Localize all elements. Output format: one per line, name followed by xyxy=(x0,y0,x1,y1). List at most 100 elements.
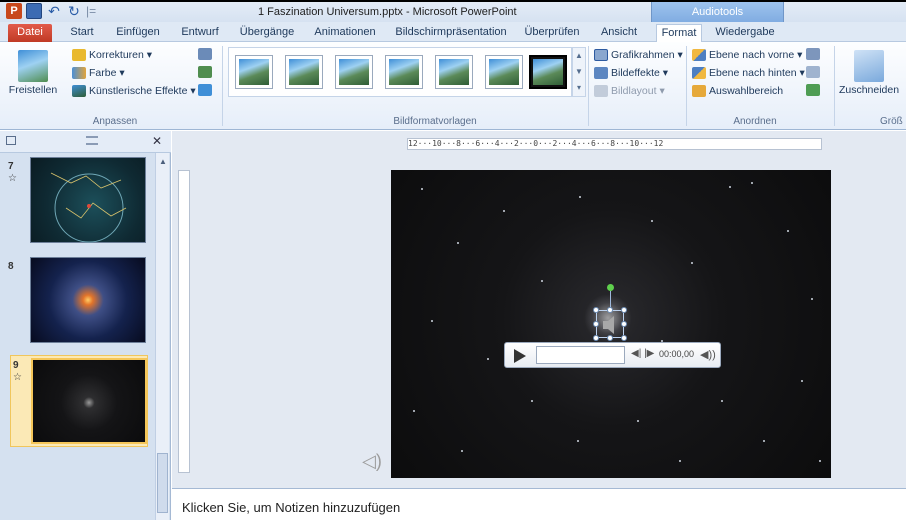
drehen-button[interactable] xyxy=(806,84,820,96)
outline-tab-icon[interactable] xyxy=(86,136,98,145)
tab-uebergaenge[interactable]: Übergänge xyxy=(236,24,298,42)
group-label-bildformatvorlagen: Bildformatvorlagen xyxy=(393,116,477,127)
rotation-handle[interactable] xyxy=(607,284,614,291)
compress-pictures-button[interactable] xyxy=(198,48,212,60)
korrekturen-label: Korrekturen ▾ xyxy=(89,49,153,61)
bildeffekte-label: Bildeffekte ▾ xyxy=(611,67,669,79)
farbe-button[interactable]: Farbe ▾ xyxy=(72,67,125,79)
save-icon[interactable] xyxy=(26,3,42,19)
notes-placeholder: Klicken Sie, um Notizen hinzuzufügen xyxy=(182,500,401,515)
bildeffekte-button[interactable]: Bildeffekte ▾ xyxy=(594,67,668,79)
tab-format[interactable]: Format xyxy=(656,24,702,42)
ribbon-tabs: Datei Start Einfügen Entwurf Übergänge A… xyxy=(0,22,906,64)
freistellen-label: Freistellen xyxy=(8,84,58,96)
group-icon xyxy=(806,66,820,78)
resize-handle[interactable] xyxy=(621,321,627,327)
slide-item-7[interactable]: 7 ☆ xyxy=(8,157,151,247)
audio-object[interactable] xyxy=(596,310,624,338)
resize-handle[interactable] xyxy=(593,307,599,313)
slide-editing-area: 12···10···8···6···4···2···0···2···4···6·… xyxy=(172,131,906,488)
tab-einfuegen[interactable]: Einfügen xyxy=(112,24,164,42)
pane-scrollbar[interactable]: ▲ xyxy=(155,153,169,520)
customize-qat-icon[interactable]: |= xyxy=(86,4,96,18)
picture-style-1[interactable] xyxy=(235,55,273,89)
ausrichten-button[interactable] xyxy=(806,48,820,60)
picture-style-3[interactable] xyxy=(335,55,373,89)
slide-item-8[interactable]: 8 xyxy=(8,257,151,347)
slide-item-9[interactable]: 9 ☆ xyxy=(10,355,148,447)
bring-forward-icon xyxy=(692,49,706,61)
group-label-anordnen: Anordnen xyxy=(733,116,777,127)
grafikrahmen-label: Grafikrahmen ▾ xyxy=(611,49,683,61)
kuenstlerische-effekte-button[interactable]: Künstlerische Effekte ▾ xyxy=(72,85,196,97)
resize-handle[interactable] xyxy=(607,335,613,341)
korrekturen-button[interactable]: Korrekturen ▾ xyxy=(72,49,152,61)
slide-number: 9 xyxy=(13,360,19,371)
tab-entwurf[interactable]: Entwurf xyxy=(176,24,224,42)
ebene-nach-hinten-button[interactable]: Ebene nach hinten ▾ xyxy=(692,67,805,79)
bildlayout-button[interactable]: Bildlayout ▾ xyxy=(594,85,665,97)
current-slide[interactable] xyxy=(391,170,831,478)
close-pane-icon[interactable]: ✕ xyxy=(152,134,162,148)
picture-style-6[interactable] xyxy=(485,55,523,89)
volume-icon[interactable]: ◀)) xyxy=(700,348,716,361)
undo-icon[interactable]: ↶ xyxy=(46,3,62,19)
picture-style-2[interactable] xyxy=(285,55,323,89)
redo-icon[interactable]: ↻ xyxy=(66,3,82,19)
kuenstlerische-effekte-icon xyxy=(72,85,86,97)
audio-time: 00:00,00 xyxy=(659,349,695,359)
tab-bildschirmpraesentation[interactable]: Bildschirmpräsentation xyxy=(392,24,510,42)
auswahlbereich-button[interactable]: Auswahlbereich xyxy=(692,85,783,97)
align-icon xyxy=(806,48,820,60)
tab-ueberpruefen[interactable]: Überprüfen xyxy=(520,24,584,42)
freistellen-icon xyxy=(18,50,48,82)
tab-wiedergabe[interactable]: Wiedergabe xyxy=(712,24,778,42)
play-icon[interactable] xyxy=(514,349,526,363)
tab-ansicht[interactable]: Ansicht xyxy=(596,24,642,42)
slide-thumbnail xyxy=(31,358,147,444)
notes-pane[interactable]: Klicken Sie, um Notizen hinzuzufügen xyxy=(172,488,906,520)
resize-handle[interactable] xyxy=(593,321,599,327)
scrollbar-thumb[interactable] xyxy=(157,453,168,513)
tab-animationen[interactable]: Animationen xyxy=(310,24,380,42)
window-title: 1 Faszination Universum.pptx - Microsoft… xyxy=(258,6,517,18)
resize-handle[interactable] xyxy=(621,307,627,313)
resize-handle[interactable] xyxy=(621,335,627,341)
reset-picture-button[interactable] xyxy=(198,84,212,96)
slides-tab-icon[interactable] xyxy=(6,136,16,145)
resize-handle[interactable] xyxy=(593,335,599,341)
picture-style-5[interactable] xyxy=(435,55,473,89)
animation-star-icon: ☆ xyxy=(13,372,22,383)
audiotools-context-header: Audiotools xyxy=(651,2,784,24)
tab-start[interactable]: Start xyxy=(64,24,100,42)
grafikrahmen-button[interactable]: Grafikrahmen ▾ xyxy=(594,49,683,61)
tab-datei[interactable]: Datei xyxy=(8,24,52,42)
group-separator xyxy=(834,46,835,126)
zuschneiden-button[interactable]: Zuschneiden xyxy=(838,50,900,96)
compress-icon xyxy=(198,48,212,60)
ghost-speaker-icon: ◁) xyxy=(362,451,382,471)
freistellen-button[interactable]: Freistellen xyxy=(4,50,62,96)
animation-star-icon: ☆ xyxy=(8,173,17,184)
skip-buttons[interactable]: ◀| |▶ xyxy=(631,348,654,359)
gruppieren-button[interactable] xyxy=(806,66,820,78)
picture-style-7[interactable] xyxy=(529,55,567,89)
change-picture-icon xyxy=(198,66,212,78)
farbe-label: Farbe ▾ xyxy=(89,67,125,79)
group-separator xyxy=(686,46,687,126)
slide-thumbnail xyxy=(30,157,146,243)
powerpoint-logo-icon[interactable]: P xyxy=(6,3,22,19)
farbe-icon xyxy=(72,67,86,79)
slide-number: 7 xyxy=(8,161,14,172)
resize-handle[interactable] xyxy=(607,307,613,313)
audio-progress-bar[interactable] xyxy=(536,346,625,364)
change-picture-button[interactable] xyxy=(198,66,212,78)
quick-access-toolbar: P ↶ ↻ |= xyxy=(6,3,96,19)
picture-style-4[interactable] xyxy=(385,55,423,89)
gallery-scroll-button[interactable]: ▲ ▼ ▾ xyxy=(572,47,586,97)
ebene-nach-vorne-button[interactable]: Ebene nach vorne ▾ xyxy=(692,49,802,61)
send-backward-icon xyxy=(692,67,706,79)
speaker-icon xyxy=(603,316,614,334)
group-label-anpassen: Anpassen xyxy=(92,116,138,127)
ebene-nach-hinten-label: Ebene nach hinten ▾ xyxy=(709,67,805,79)
